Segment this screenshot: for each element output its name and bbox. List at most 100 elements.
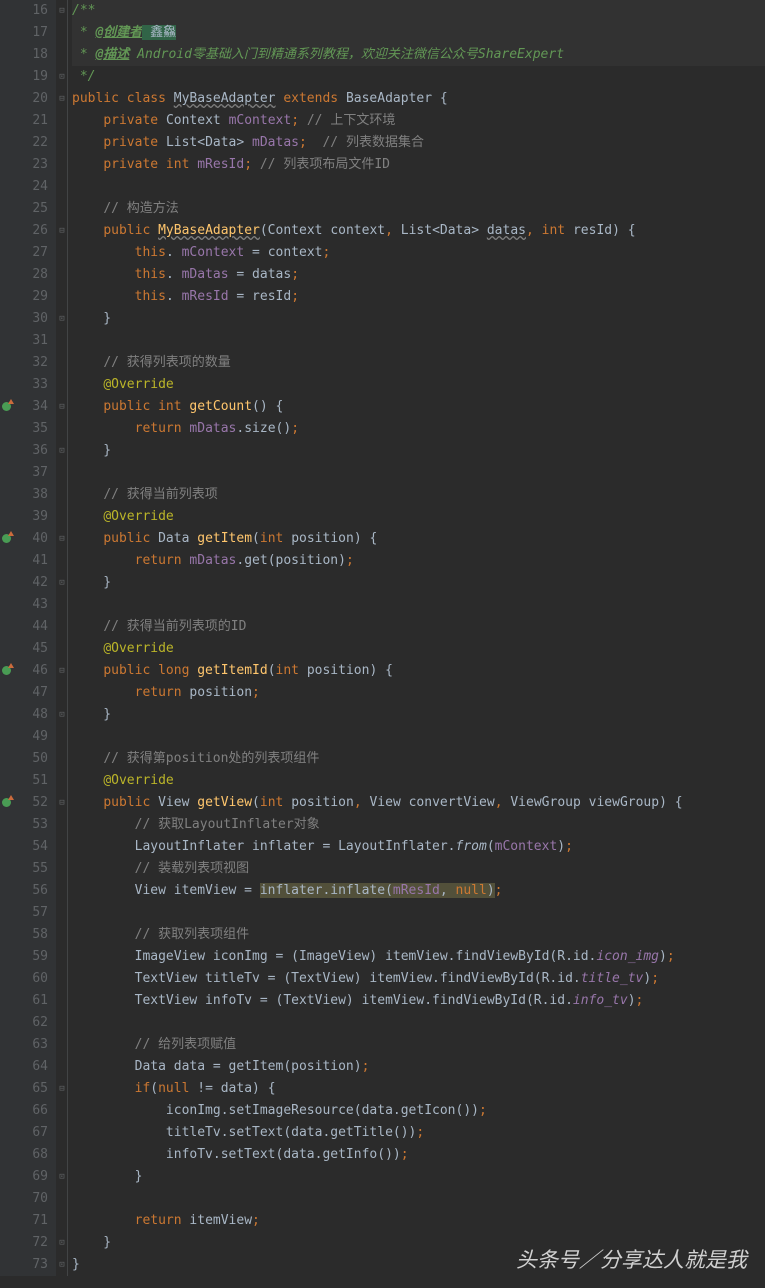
code-line[interactable]: @Override	[72, 374, 765, 396]
code-line[interactable]: return mDatas.size();	[72, 418, 765, 440]
code-line[interactable]: // 获得当前列表项	[72, 484, 765, 506]
line-number: 59	[14, 946, 48, 968]
code-line[interactable]	[72, 594, 765, 616]
code-line[interactable]: // 获取LayoutInflater对象	[72, 814, 765, 836]
code-line[interactable]: // 装载列表项视图	[72, 858, 765, 880]
code-line[interactable]: TextView titleTv = (TextView) itemView.f…	[72, 968, 765, 990]
line-number: 48	[14, 704, 48, 726]
line-number: 52	[14, 792, 48, 814]
line-number: 16	[14, 0, 48, 22]
code-line[interactable]	[72, 176, 765, 198]
code-line[interactable]: // 构造方法	[72, 198, 765, 220]
line-number: 64	[14, 1056, 48, 1078]
line-number: 22	[14, 132, 48, 154]
code-line[interactable]: private int mResId; // 列表项布局文件ID	[72, 154, 765, 176]
code-line[interactable]: @Override	[72, 770, 765, 792]
fold-close-icon[interactable]: ⊡	[57, 1232, 67, 1254]
code-line[interactable]: if(null != data) {	[72, 1078, 765, 1100]
code-line[interactable]: View itemView = inflater.inflate(mResId,…	[72, 880, 765, 902]
code-line[interactable]: public class MyBaseAdapter extends BaseA…	[72, 88, 765, 110]
line-number: 21	[14, 110, 48, 132]
line-number: 72	[14, 1232, 48, 1254]
code-line[interactable]: public View getView(int position, View c…	[72, 792, 765, 814]
fold-close-icon[interactable]: ⊡	[57, 572, 67, 594]
fold-open-icon[interactable]: ⊟	[57, 88, 67, 110]
line-number: 53	[14, 814, 48, 836]
code-line[interactable]: }	[72, 1166, 765, 1188]
code-line[interactable]: */	[72, 66, 765, 88]
code-line[interactable]: // 获得列表项的数量	[72, 352, 765, 374]
code-line[interactable]: // 获得当前列表项的ID	[72, 616, 765, 638]
code-line[interactable]: public int getCount() {	[72, 396, 765, 418]
fold-open-icon[interactable]: ⊟	[57, 528, 67, 550]
code-line[interactable]	[72, 1012, 765, 1034]
code-line[interactable]: // 获得第position处的列表项组件	[72, 748, 765, 770]
code-line[interactable]: titleTv.setText(data.getTitle());	[72, 1122, 765, 1144]
line-number: 63	[14, 1034, 48, 1056]
code-line[interactable]: infoTv.setText(data.getInfo());	[72, 1144, 765, 1166]
fold-open-icon[interactable]: ⊟	[57, 396, 67, 418]
code-line[interactable]	[72, 726, 765, 748]
code-line[interactable]: this. mDatas = datas;	[72, 264, 765, 286]
code-line[interactable]: }	[72, 572, 765, 594]
code-line[interactable]: iconImg.setImageResource(data.getIcon())…	[72, 1100, 765, 1122]
code-line[interactable]: return position;	[72, 682, 765, 704]
code-line[interactable]: }	[72, 1254, 765, 1276]
code-line[interactable]: }	[72, 1232, 765, 1254]
code-line[interactable]: }	[72, 704, 765, 726]
code-line[interactable]: this. mContext = context;	[72, 242, 765, 264]
code-line[interactable]: Data data = getItem(position);	[72, 1056, 765, 1078]
fold-open-icon[interactable]: ⊟	[57, 792, 67, 814]
code-line[interactable]: private List<Data> mDatas; // 列表数据集合	[72, 132, 765, 154]
code-line[interactable]: public long getItemId(int position) {	[72, 660, 765, 682]
fold-close-icon[interactable]: ⊡	[57, 1254, 67, 1276]
code-line[interactable]: public Data getItem(int position) {	[72, 528, 765, 550]
fold-open-icon[interactable]: ⊟	[57, 660, 67, 682]
code-line[interactable]: public MyBaseAdapter(Context context, Li…	[72, 220, 765, 242]
line-number: 40	[14, 528, 48, 550]
line-number: 27	[14, 242, 48, 264]
code-line[interactable]: // 获取列表项组件	[72, 924, 765, 946]
line-number: 68	[14, 1144, 48, 1166]
fold-open-icon[interactable]: ⊟	[57, 0, 67, 22]
fold-open-icon[interactable]: ⊟	[57, 1078, 67, 1100]
code-area[interactable]: /** * @创建者 鑫鱻 * @描述 Android零基础入门到精通系列教程，…	[68, 0, 765, 1276]
line-number: 33	[14, 374, 48, 396]
code-line[interactable]: /**	[72, 0, 765, 22]
code-line[interactable]: LayoutInflater inflater = LayoutInflater…	[72, 836, 765, 858]
code-line[interactable]: * @创建者 鑫鱻	[72, 22, 765, 44]
code-line[interactable]: @Override	[72, 506, 765, 528]
line-number: 19	[14, 66, 48, 88]
editor[interactable]: 1617181920212223242526272829303132333435…	[0, 0, 765, 1276]
code-line[interactable]	[72, 462, 765, 484]
override-marker-icon[interactable]	[2, 402, 11, 411]
line-number: 35	[14, 418, 48, 440]
code-line[interactable]: }	[72, 308, 765, 330]
code-line[interactable]: private Context mContext; // 上下文环境	[72, 110, 765, 132]
code-line[interactable]: * @描述 Android零基础入门到精通系列教程，欢迎关注微信公众号Share…	[72, 44, 765, 66]
code-line[interactable]: return mDatas.get(position);	[72, 550, 765, 572]
line-number: 62	[14, 1012, 48, 1034]
fold-close-icon[interactable]: ⊡	[57, 308, 67, 330]
override-marker-icon[interactable]	[2, 798, 11, 807]
code-line[interactable]: ImageView iconImg = (ImageView) itemView…	[72, 946, 765, 968]
code-line[interactable]: this. mResId = resId;	[72, 286, 765, 308]
fold-open-icon[interactable]: ⊟	[57, 220, 67, 242]
code-line[interactable]: // 给列表项赋值	[72, 1034, 765, 1056]
override-marker-icon[interactable]	[2, 666, 11, 675]
code-line[interactable]: return itemView;	[72, 1210, 765, 1232]
override-marker-icon[interactable]	[2, 534, 11, 543]
fold-close-icon[interactable]: ⊡	[57, 704, 67, 726]
line-number: 18	[14, 44, 48, 66]
line-number: 57	[14, 902, 48, 924]
code-line[interactable]: }	[72, 440, 765, 462]
code-line[interactable]	[72, 1188, 765, 1210]
code-line[interactable]	[72, 902, 765, 924]
line-number: 66	[14, 1100, 48, 1122]
code-line[interactable]	[72, 330, 765, 352]
fold-close-icon[interactable]: ⊡	[57, 1166, 67, 1188]
code-line[interactable]: @Override	[72, 638, 765, 660]
code-line[interactable]: TextView infoTv = (TextView) itemView.fi…	[72, 990, 765, 1012]
fold-close-icon[interactable]: ⊡	[57, 66, 67, 88]
fold-close-icon[interactable]: ⊡	[57, 440, 67, 462]
